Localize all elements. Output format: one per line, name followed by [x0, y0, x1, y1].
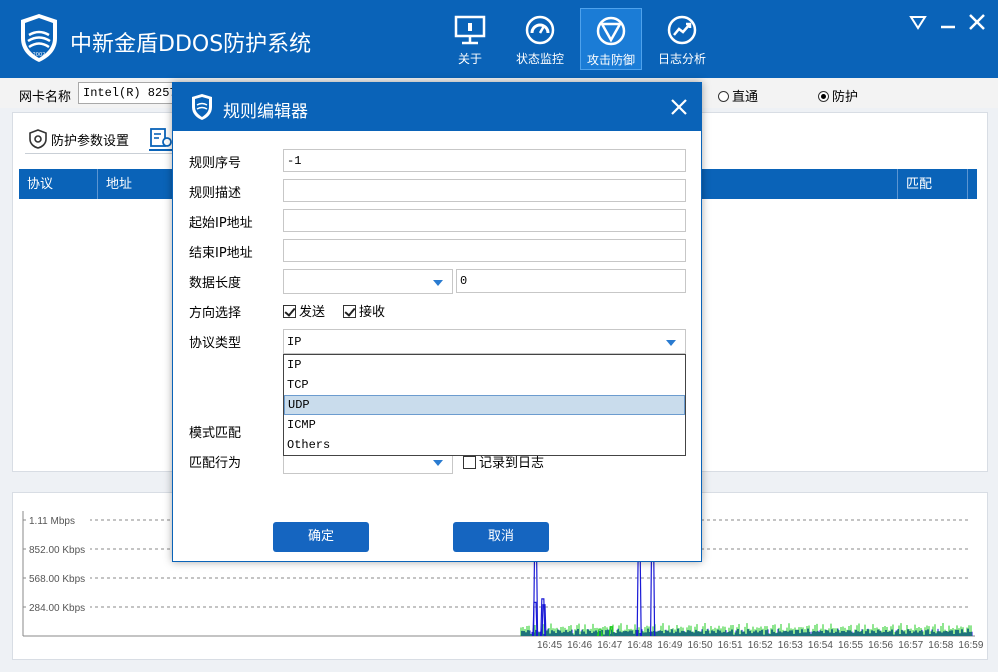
pattern-label: 模式匹配 — [189, 426, 242, 441]
direction-send-label: 发送 — [299, 305, 326, 320]
mode-radio-passthrough[interactable]: 直通 — [718, 86, 758, 105]
direction-label: 方向选择 — [189, 306, 242, 321]
dropdown-menu-icon[interactable] — [906, 10, 930, 34]
list-gear-icon — [150, 128, 172, 147]
app-title: 中新金盾DDOS防护系统 — [70, 32, 312, 57]
y-tick-label: 1.11 Mbps — [29, 516, 75, 527]
radio-dot-checked — [818, 91, 829, 102]
nav-attack-defense-label: 攻击防御 — [586, 53, 635, 67]
x-tick-label: 16:45 — [537, 640, 562, 651]
shield-gear-icon — [29, 129, 47, 149]
x-tick-label: 16:48 — [627, 640, 652, 651]
tab-divider — [25, 153, 175, 154]
cancel-button[interactable]: 取消 — [453, 522, 549, 552]
checkbox-unchecked-icon — [463, 456, 476, 469]
protocol-dropdown-list: IP TCP UDP ICMP Others — [283, 354, 686, 456]
y-tick-label: 284.00 Kbps — [29, 603, 85, 614]
chevron-down-icon — [433, 280, 443, 286]
traffic-spike — [532, 549, 539, 637]
mode-radio-protect[interactable]: 防护 — [818, 86, 858, 105]
protocol-option-udp[interactable]: UDP — [284, 395, 685, 415]
data-length-select[interactable] — [283, 269, 453, 294]
x-tick-label: 16:58 — [928, 640, 953, 651]
title-bar: 2002 中新金盾DDOS防护系统 关于 状态监控 攻击防御 日志分析 — [0, 0, 998, 78]
direction-send-checkbox[interactable]: 发送 — [283, 301, 325, 320]
nav-status-monitor-label: 状态监控 — [515, 52, 564, 66]
monitor-icon — [454, 15, 486, 45]
protocol-select-value: IP — [287, 335, 302, 349]
dialog-title: 规则编辑器 — [223, 102, 308, 122]
end-ip-label: 结束IP地址 — [189, 246, 253, 261]
protocol-option-icmp[interactable]: ICMP — [284, 415, 685, 435]
rule-editor-dialog: 规则编辑器 规则序号 -1 规则描述 起始IP地址 结束IP地址 数据长度 0 … — [172, 82, 702, 562]
x-tick-label: 16:53 — [778, 640, 803, 651]
dialog-logo-icon — [192, 94, 212, 120]
x-tick-label: 16:57 — [898, 640, 923, 651]
close-icon[interactable] — [965, 10, 989, 34]
shield-filter-icon — [596, 16, 626, 46]
checkbox-checked-icon — [343, 305, 356, 318]
radio-dot — [718, 91, 729, 102]
x-tick-label: 16:49 — [657, 640, 682, 651]
dialog-title-bar: 规则编辑器 — [173, 83, 701, 131]
x-tick-label: 16:47 — [597, 640, 622, 651]
tab-protect-settings[interactable]: 防护参数设置 — [29, 129, 129, 149]
mode-radio-passthrough-label: 直通 — [732, 89, 759, 104]
protocol-option-tcp[interactable]: TCP — [284, 375, 685, 395]
data-length-input[interactable]: 0 — [456, 269, 686, 293]
rule-desc-input[interactable] — [283, 179, 686, 202]
x-tick-label: 16:52 — [748, 640, 773, 651]
x-tick-label: 16:59 — [958, 640, 983, 651]
y-tick-label: 852.00 Kbps — [29, 545, 85, 556]
start-ip-label: 起始IP地址 — [189, 216, 253, 231]
dialog-close-icon[interactable] — [669, 97, 689, 117]
mode-radio-protect-label: 防护 — [832, 89, 859, 104]
protocol-option-ip[interactable]: IP — [284, 355, 685, 375]
logo-text: 2002 — [33, 52, 46, 58]
nav-log-analysis[interactable]: 日志分析 — [651, 8, 713, 70]
protocol-label: 协议类型 — [189, 336, 242, 351]
x-tick-label: 16:46 — [567, 640, 592, 651]
y-tick-label: 568.00 Kbps — [29, 574, 85, 585]
nav-status-monitor[interactable]: 状态监控 — [509, 8, 571, 70]
chevron-down-icon — [666, 340, 676, 346]
end-ip-input[interactable] — [283, 239, 686, 262]
col-match[interactable]: 匹配 — [898, 169, 968, 199]
data-length-label: 数据长度 — [189, 276, 242, 291]
minimize-icon[interactable] — [936, 10, 960, 34]
protocol-select[interactable]: IP — [283, 329, 686, 354]
chart-icon — [667, 15, 697, 45]
x-tick-label: 16:55 — [838, 640, 863, 651]
protocol-option-others[interactable]: Others — [284, 435, 685, 455]
tab-protect-settings-label: 防护参数设置 — [51, 133, 130, 148]
x-tick-label: 16:50 — [688, 640, 713, 651]
traffic-spike — [636, 551, 642, 637]
app-logo-icon: 2002 — [21, 14, 57, 62]
nav-attack-defense[interactable]: 攻击防御 — [580, 8, 642, 70]
col-protocol[interactable]: 协议 — [19, 169, 98, 199]
x-tick-label: 16:51 — [718, 640, 743, 651]
ok-button[interactable]: 确定 — [273, 522, 369, 552]
nav-about-label: 关于 — [457, 52, 482, 66]
x-tick-label: 16:54 — [808, 640, 833, 651]
log-checkbox-label: 记录到日志 — [479, 456, 545, 471]
gauge-icon — [525, 15, 555, 45]
nav-log-analysis-label: 日志分析 — [657, 52, 706, 66]
nav-about[interactable]: 关于 — [439, 8, 501, 70]
checkbox-checked-icon — [283, 305, 296, 318]
x-tick-label: 16:56 — [868, 640, 893, 651]
nic-label: 网卡名称 — [19, 89, 72, 104]
chevron-down-icon — [433, 460, 443, 466]
rule-id-label: 规则序号 — [189, 156, 242, 171]
rule-desc-label: 规则描述 — [189, 186, 242, 201]
nic-select[interactable]: Intel(R) 8257 — [78, 82, 178, 104]
action-label: 匹配行为 — [189, 456, 242, 471]
direction-receive-label: 接收 — [359, 305, 386, 320]
start-ip-input[interactable] — [283, 209, 686, 232]
rule-id-input[interactable]: -1 — [283, 149, 686, 172]
direction-receive-checkbox[interactable]: 接收 — [343, 301, 385, 320]
